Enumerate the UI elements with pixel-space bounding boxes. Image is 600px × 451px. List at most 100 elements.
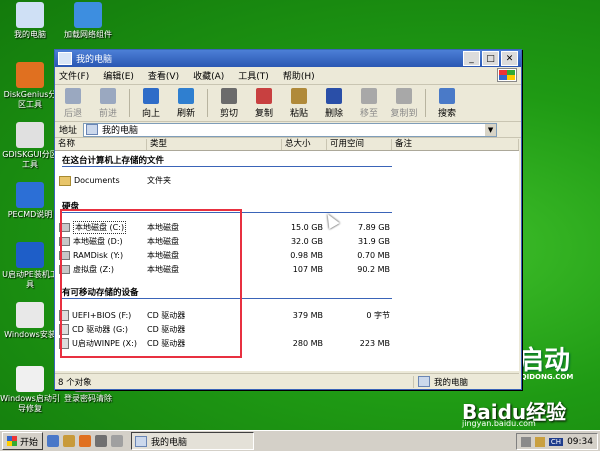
menu-tools[interactable]: 工具(T) [238,69,269,82]
desktop-icon-label: Windows安装 [4,330,56,339]
computer-icon [58,52,72,65]
column-name[interactable]: 名称 [55,139,147,150]
desktop-icon-diskgenius[interactable]: DiskGenius分区工具 [0,62,60,110]
language-indicator[interactable]: CH [548,437,564,446]
back-arrow-icon [65,87,81,104]
toolbar-button-delete[interactable]: 删除 [320,87,348,119]
desktop-icon-label: 登录密码清除 [64,394,112,403]
quicklaunch-cmd-icon[interactable] [95,435,108,447]
minimize-button[interactable]: _ [463,51,480,66]
toolbar-button-label: 复制 [254,108,273,119]
desktop-icon-gdiskgui[interactable]: GDISKGUI分区工具 [0,122,60,170]
desktop-icon-label: DiskGenius分区工具 [3,90,57,109]
column-note[interactable]: 备注 [392,139,519,150]
search-icon [439,87,455,104]
toolbar-button-refresh[interactable]: 刷新 [172,87,200,119]
desktop-icon-label: GDISKGUI分区工具 [2,150,58,169]
desktop-icon-windows-install[interactable]: Windows安装 [0,302,60,340]
toolbar-button-move-to[interactable]: 移至 [355,87,383,119]
list-item-free: 0 字节 [366,311,390,320]
list-item-total: 32.0 GB [290,237,323,246]
list-item-name: Documents [74,176,120,185]
desktop-icon-my-computer[interactable]: 我的电脑 [0,2,60,40]
up-arrow-icon [143,87,159,104]
maximize-button[interactable]: □ [482,51,499,66]
taskbar: 开始 我的电脑 CH 09:34 [0,430,600,451]
highlight-box [60,209,242,358]
address-label: 地址 [59,126,78,136]
computer-icon [418,376,430,387]
toolbar-button-label: 刷新 [176,108,195,119]
menu-help[interactable]: 帮助(H) [283,69,315,82]
menu-file[interactable]: 文件(F) [59,69,89,82]
quicklaunch-explorer-icon[interactable] [63,435,76,447]
clock[interactable]: 09:34 [567,437,593,447]
column-total[interactable]: 总大小 [282,139,327,150]
toolbar-button-label: 剪切 [219,108,238,119]
column-type[interactable]: 类型 [147,139,282,150]
desktop-icon-uqidong-installer[interactable]: U启动PE装机工具 [0,242,60,290]
forward-arrow-icon [100,87,116,104]
taskbar-window-button[interactable]: 我的电脑 [131,432,255,450]
menu-edit[interactable]: 编辑(E) [103,69,134,82]
address-input[interactable]: 我的电脑 ▼ [83,122,498,137]
baidu-watermark-url: jingyan.baidu.com [462,419,536,428]
list-item-free: 31.9 GB [357,237,390,246]
toolbar-button-copy-to[interactable]: 复制到 [390,87,418,119]
group-divider [62,166,392,167]
menu-favorites[interactable]: 收藏(A) [193,69,224,82]
desktop-icon-pecmd-doc[interactable]: PECMD说明 [0,182,60,220]
column-free[interactable]: 可用空间 [327,139,392,150]
window-titlebar[interactable]: 我的电脑 _ □ ✕ [55,50,521,67]
quicklaunch-tool-icon[interactable] [111,435,124,447]
start-button[interactable]: 开始 [2,432,44,450]
list-item-name-cell: Documents [59,175,120,186]
list-item-total: 15.0 GB [290,223,323,232]
chevron-down-icon[interactable]: ▼ [485,123,497,136]
network-loader-icon [74,2,102,28]
toolbar-button-forward-arrow[interactable]: 前进 [94,87,122,119]
window-title: 我的电脑 [76,55,113,65]
toolbar-button-search[interactable]: 搜索 [433,87,461,119]
desktop-icon-network-loader[interactable]: 加载网络组件 [58,2,118,40]
toolbar-button-paste[interactable]: 粘贴 [285,87,313,119]
desktop-icon-windows-boot-repair[interactable]: Windows启动引导修复 [0,366,60,414]
toolbar-separator [425,89,426,117]
toolbar-button-label: 前进 [98,108,117,119]
toolbar-button-copy[interactable]: 复制 [250,87,278,119]
list-item-total: 379 MB [292,311,323,320]
quicklaunch-desktop-icon[interactable] [47,435,60,447]
address-value: 我的电脑 [102,126,139,136]
menu-view[interactable]: 查看(V) [148,69,179,82]
toolbar-button-label: 搜索 [437,108,456,119]
list-item[interactable]: Documents 文件夹 [55,174,519,187]
computer-icon [135,435,148,447]
toolbar-button-back-arrow[interactable]: 后退 [59,87,87,119]
diskgenius-icon [16,62,44,88]
explorer-window[interactable]: 我的电脑 _ □ ✕ 文件(F) 编辑(E) 查看(V) 收藏(A) 工具(T)… [54,49,522,390]
toolbar-button-up-arrow[interactable]: 向上 [137,87,165,119]
status-bar: 8 个对象 我的电脑 [55,373,519,389]
list-item-type: 文件夹 [147,176,171,185]
desktop-icon-label: 加载网络组件 [64,30,112,39]
close-button[interactable]: ✕ [501,51,518,66]
file-list-pane[interactable]: 名称 类型 总大小 可用空间 备注 在这台计算机上存储的文件 Documents… [55,139,519,371]
toolbar-separator [129,89,130,117]
volume-icon[interactable] [534,436,545,447]
desktop-icon-label: U启动PE装机工具 [2,270,58,289]
toolbar-button-scissors[interactable]: 剪切 [215,87,243,119]
computer-icon [86,124,99,135]
network-icon[interactable] [520,436,531,447]
windows-logo-icon [7,436,17,446]
status-location-label: 我的电脑 [434,377,469,388]
refresh-icon [178,87,194,104]
address-bar: 地址 我的电脑 ▼ [55,122,521,138]
toolbar-button-label: 后退 [63,108,82,119]
list-item-free: 0.70 MB [357,251,390,260]
move-to-icon [361,87,377,104]
paste-icon [291,87,307,104]
toolbar: 后退 前进 向上 刷新 剪切 复制 粘贴 删除 移至 复制到 搜索 [55,85,521,122]
quicklaunch-diskgenius-icon[interactable] [79,435,92,447]
start-label: 开始 [20,437,39,448]
windows-install-icon [16,302,44,328]
